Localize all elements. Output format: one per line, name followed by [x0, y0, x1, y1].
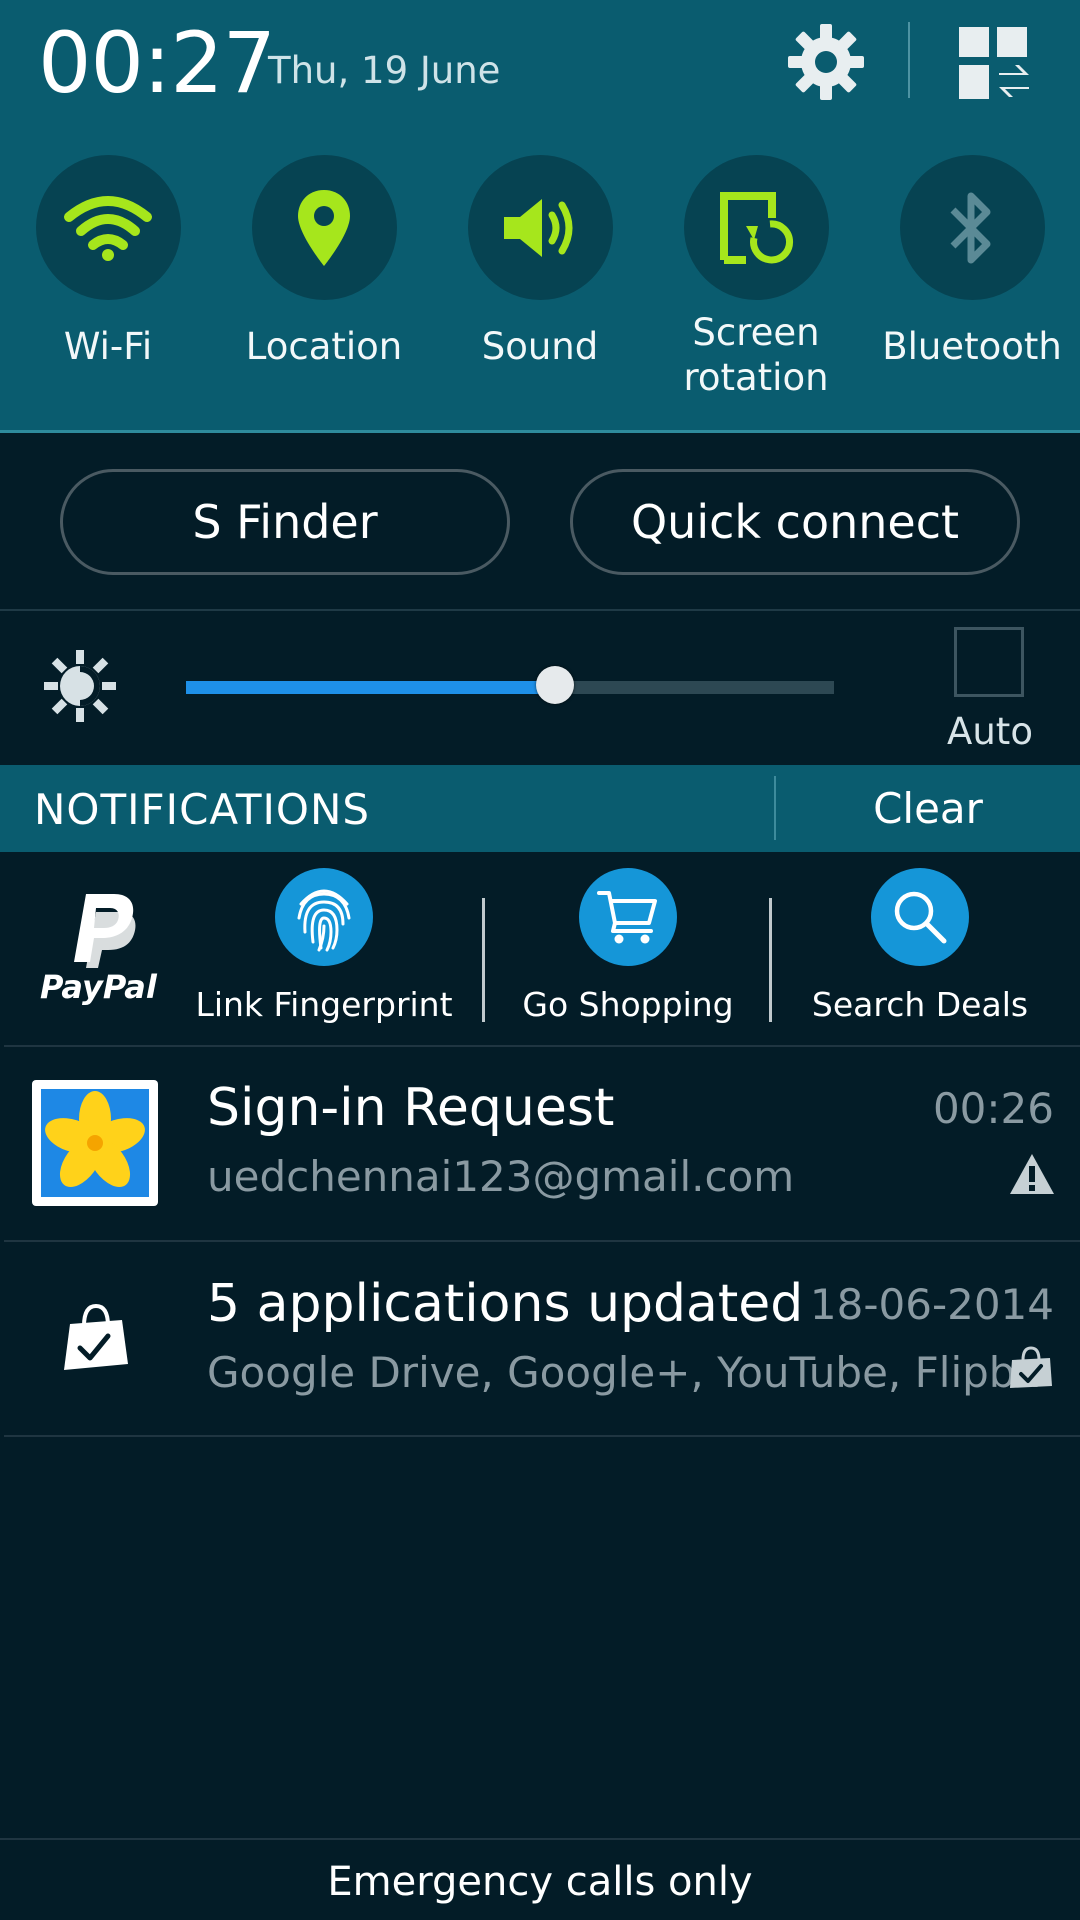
store-bag-check-icon: [1010, 1346, 1052, 1388]
shopping-cart-icon: [597, 891, 657, 944]
header-vertical-divider: [908, 22, 910, 98]
notifications-title: NOTIFICATIONS: [34, 785, 371, 834]
search-deals-button[interactable]: Search Deals: [800, 868, 1040, 1026]
toggle-location[interactable]: Location: [224, 155, 424, 369]
notification-subtitle: Google Drive, Google+, YouTube, Flipb..: [207, 1348, 1043, 1397]
wifi-icon: [64, 195, 152, 261]
search-deals-label: Search Deals: [811, 985, 1029, 1024]
s-finder-button[interactable]: S Finder: [60, 469, 510, 575]
store-bag-check-icon: [64, 1303, 128, 1370]
toggle-screen-rotation-label: Screen rotation: [683, 311, 829, 399]
auto-brightness-label: Auto: [947, 710, 1033, 753]
quick-panel-edit-button[interactable]: [950, 18, 1040, 108]
notification-time: 00:26: [932, 1084, 1054, 1133]
gear-icon: [788, 24, 864, 100]
clock-date: Thu, 19 June: [268, 49, 501, 92]
toggle-bluetooth-label: Bluetooth: [882, 325, 1062, 368]
toggle-bluetooth-circle: [899, 155, 1045, 300]
clear-button[interactable]: Clear: [776, 765, 1080, 852]
toggle-wifi-label: Wi-Fi: [63, 325, 153, 368]
notification-title: Sign-in Request: [207, 1078, 615, 1138]
go-shopping-button[interactable]: Go Shopping: [508, 868, 748, 1026]
section-divider: [0, 609, 1080, 611]
link-fingerprint-button[interactable]: Link Fingerprint: [195, 868, 453, 1026]
header-divider-line: [0, 430, 1080, 433]
brightness-slider-thumb[interactable]: [536, 666, 574, 704]
flower-icon: [41, 1089, 149, 1197]
toggle-sound-circle: [467, 155, 613, 300]
paypal-logo[interactable]: PayPal: [30, 890, 160, 1010]
search-circle: [871, 868, 969, 966]
notification-apps-updated[interactable]: [0, 1242, 1080, 1434]
row-divider: [4, 1435, 1080, 1437]
fingerprint-icon: [297, 889, 351, 952]
go-shopping-label: Go Shopping: [522, 985, 734, 1024]
paypal-p-icon: [74, 894, 136, 968]
paypal-divider-1: [482, 898, 485, 1022]
photo-app-icon: [32, 1080, 158, 1206]
toggle-wifi[interactable]: Wi-Fi: [8, 155, 208, 369]
notification-title: 5 applications updated: [207, 1274, 804, 1334]
bluetooth-icon: [950, 192, 991, 263]
carrier-status-text: Emergency calls only: [327, 1859, 753, 1905]
brightness-icon: [44, 650, 116, 722]
quick-connect-button[interactable]: Quick connect: [570, 469, 1020, 575]
footer-divider: [0, 1838, 1080, 1840]
toggle-location-circle: [251, 155, 397, 300]
toggle-rotation-circle: [683, 155, 829, 300]
location-pin-icon: [298, 189, 350, 266]
paypal-divider-2: [769, 898, 772, 1022]
clock-time: 00:27: [38, 14, 276, 112]
toggle-location-label: Location: [245, 325, 403, 368]
toggle-sound-label: Sound: [481, 325, 599, 368]
search-icon: [894, 891, 947, 944]
settings-button[interactable]: [780, 16, 872, 108]
screen-rotation-icon: [720, 191, 794, 264]
toggle-screen-rotation[interactable]: Screen rotation: [656, 155, 856, 400]
fingerprint-circle: [275, 868, 373, 966]
brightness-slider-fill: [186, 681, 555, 694]
link-fingerprint-label: Link Fingerprint: [195, 985, 453, 1024]
auto-brightness-checkbox[interactable]: [954, 627, 1024, 697]
toggle-bluetooth[interactable]: Bluetooth: [872, 155, 1072, 369]
warning-icon: [1010, 1154, 1054, 1194]
notification-subtitle: uedchennai123@gmail.com: [207, 1152, 795, 1201]
notification-time: 18-06-2014: [809, 1280, 1054, 1329]
shopping-circle: [579, 868, 677, 966]
quick-settings-edit-icon: [959, 27, 1029, 99]
toggle-sound[interactable]: Sound: [440, 155, 640, 369]
paypal-wordmark: PayPal: [40, 968, 157, 1006]
speaker-icon: [504, 198, 573, 257]
toggle-wifi-circle: [35, 155, 181, 300]
